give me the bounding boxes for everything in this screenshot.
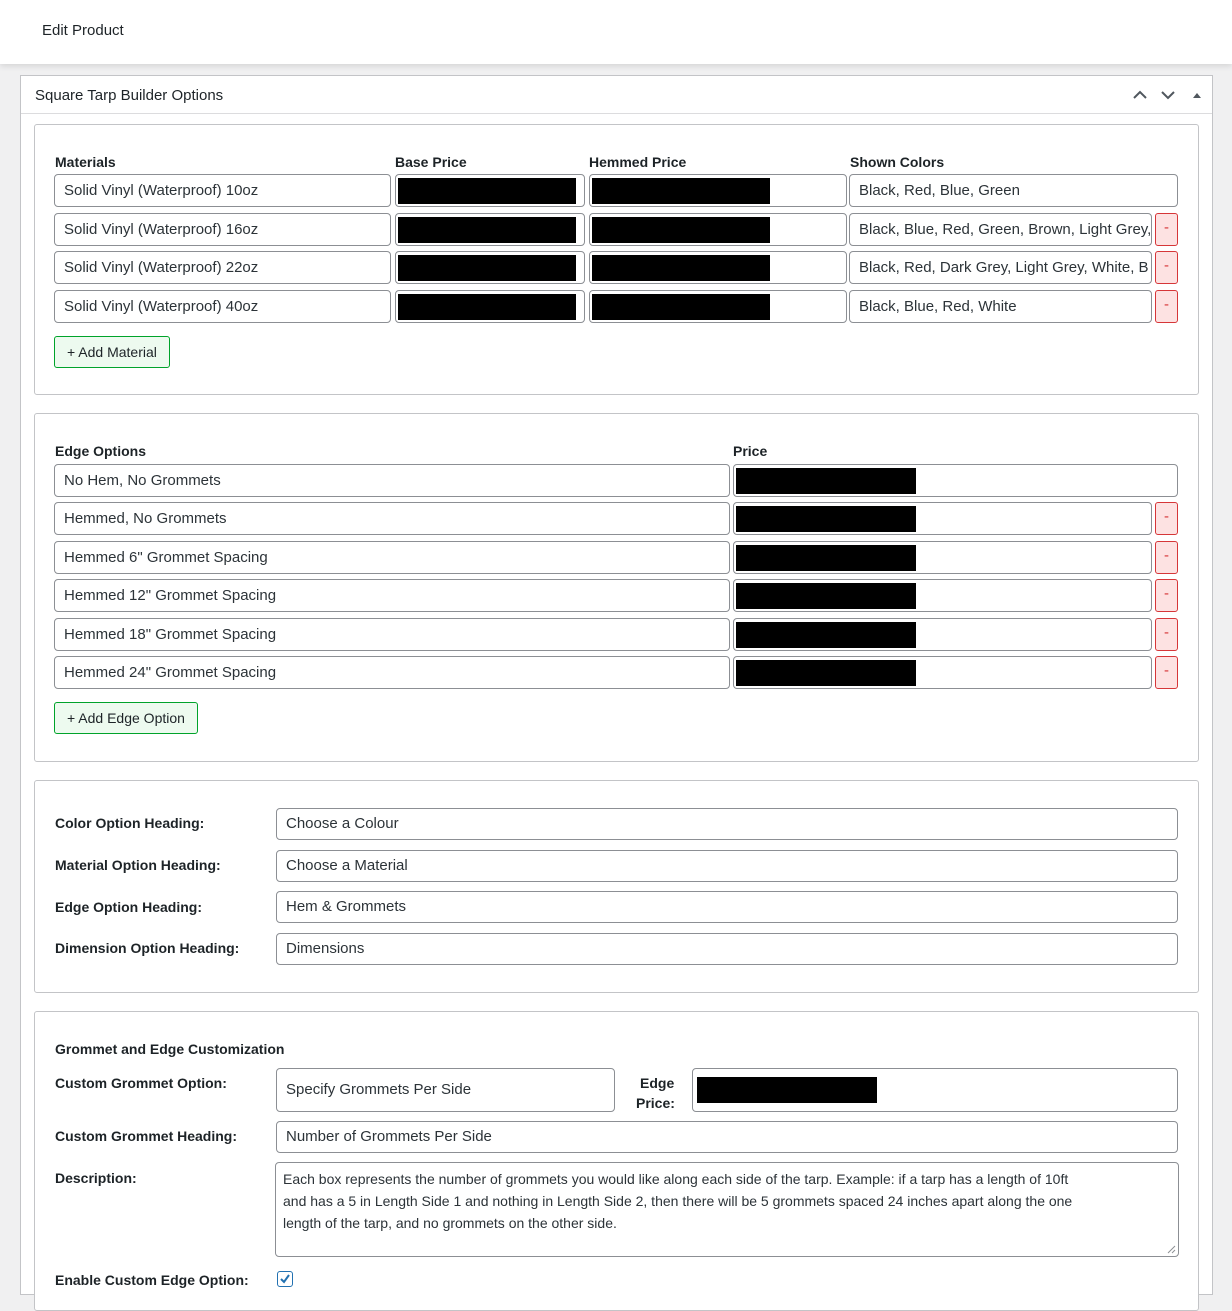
edge-price-input[interactable] (733, 656, 1152, 689)
add-edge-option-button[interactable]: + Add Edge Option (54, 702, 198, 734)
base-price-input[interactable] (395, 251, 585, 284)
redacted-value (398, 255, 576, 281)
redacted-value (736, 468, 916, 494)
redacted-value (592, 294, 770, 320)
redacted-value (736, 506, 916, 532)
description-line: length of the tarp, and no grommets on t… (283, 1215, 617, 1231)
edge-heading-input[interactable]: Hem & Grommets (276, 891, 1178, 923)
remove-edge-button[interactable]: - (1155, 502, 1178, 535)
triangle-up-icon[interactable] (1187, 85, 1207, 105)
custom-grommet-heading-label: Custom Grommet Heading: (55, 1128, 238, 1144)
material-name-input[interactable]: Solid Vinyl (Waterproof) 10oz (54, 174, 391, 207)
remove-material-button[interactable]: - (1155, 251, 1178, 284)
edge-price-input[interactable] (733, 464, 1178, 497)
edge-name-input[interactable]: Hemmed 24" Grommet Spacing (54, 656, 730, 689)
redacted-value (736, 545, 916, 571)
edge-price-header: Price (733, 443, 768, 459)
hemmed-price-input[interactable] (589, 251, 847, 284)
edge-heading-label: Edge Option Heading: (55, 899, 202, 915)
material-heading-input[interactable]: Choose a Material (276, 850, 1178, 882)
description-textarea[interactable]: Each box represents the number of gromme… (275, 1162, 1179, 1257)
postbox-title: Square Tarp Builder Options (35, 87, 224, 104)
material-name-input[interactable]: Solid Vinyl (Waterproof) 16oz (54, 213, 391, 246)
shown-colors-input[interactable]: Black, Red, Blue, Green (849, 174, 1178, 207)
edge-price-input[interactable] (733, 618, 1152, 651)
redacted-value (592, 178, 770, 204)
edge-price-label-line2: Price: (636, 1095, 675, 1111)
resize-grip-icon[interactable] (1166, 1244, 1176, 1254)
page-title: Edit Product (42, 22, 124, 39)
shown-colors-input[interactable]: Black, Blue, Red, Green, Brown, Light Gr… (849, 213, 1152, 246)
hemmed-price-input[interactable] (589, 174, 847, 207)
edge-price-input[interactable] (733, 541, 1152, 574)
top-bar: Edit Product (0, 0, 1232, 64)
description-line: Each box represents the number of gromme… (283, 1171, 1069, 1187)
hemmed-price-input[interactable] (589, 213, 847, 246)
hemmed-price-input[interactable] (589, 290, 847, 323)
edge-name-input[interactable]: Hemmed 18" Grommet Spacing (54, 618, 730, 651)
tarp-builder-postbox: Square Tarp Builder Options Materials Ba… (20, 75, 1213, 1311)
custom-grommet-option-label: Custom Grommet Option: (55, 1075, 227, 1091)
shown-colors-header: Shown Colors (850, 154, 945, 170)
remove-edge-button[interactable]: - (1155, 579, 1178, 612)
description-label: Description: (55, 1170, 137, 1186)
dimension-heading-label: Dimension Option Heading: (55, 940, 240, 956)
grommet-section: Grommet and Edge Customization Custom Gr… (34, 1011, 1199, 1311)
material-heading-label: Material Option Heading: (55, 857, 221, 873)
hemmed-price-header: Hemmed Price (589, 154, 687, 170)
redacted-value (398, 178, 576, 204)
add-material-button[interactable]: + Add Material (54, 336, 170, 368)
edge-name-input[interactable]: Hemmed 6" Grommet Spacing (54, 541, 730, 574)
enable-custom-edge-checkbox[interactable] (277, 1271, 293, 1287)
shown-colors-input[interactable]: Black, Blue, Red, White (849, 290, 1152, 323)
shown-colors-input[interactable]: Black, Red, Dark Grey, Light Grey, White… (849, 251, 1152, 284)
chevron-up-icon[interactable] (1130, 85, 1150, 105)
custom-grommet-heading-input[interactable]: Number of Grommets Per Side (276, 1121, 1178, 1153)
edge-options-header: Edge Options (55, 443, 146, 459)
edge-price-input[interactable] (733, 579, 1152, 612)
color-heading-label: Color Option Heading: (55, 815, 205, 831)
grommet-section-title: Grommet and Edge Customization (55, 1041, 285, 1057)
remove-material-button[interactable]: - (1155, 213, 1178, 246)
remove-edge-button[interactable]: - (1155, 656, 1178, 689)
base-price-header: Base Price (395, 154, 467, 170)
base-price-input[interactable] (395, 213, 585, 246)
remove-edge-button[interactable]: - (1155, 618, 1178, 651)
material-name-input[interactable]: Solid Vinyl (Waterproof) 40oz (54, 290, 391, 323)
redacted-value (697, 1077, 877, 1103)
edge-name-input[interactable]: No Hem, No Grommets (54, 464, 730, 497)
redacted-value (736, 660, 916, 686)
edge-price-input[interactable] (733, 502, 1152, 535)
custom-grommet-option-input[interactable]: Specify Grommets Per Side (276, 1068, 615, 1112)
chevron-down-icon[interactable] (1158, 85, 1178, 105)
enable-custom-edge-label: Enable Custom Edge Option: (55, 1272, 249, 1288)
redacted-value (736, 583, 916, 609)
edge-name-input[interactable]: Hemmed, No Grommets (54, 502, 730, 535)
checkmark-icon (280, 1274, 290, 1284)
base-price-input[interactable] (395, 290, 585, 323)
redacted-value (736, 622, 916, 648)
postbox-header: Square Tarp Builder Options (21, 76, 1212, 114)
base-price-input[interactable] (395, 174, 585, 207)
description-line: and has a 5 in Length Side 1 and nothing… (283, 1193, 1073, 1209)
materials-header: Materials (55, 154, 116, 170)
edge-name-input[interactable]: Hemmed 12" Grommet Spacing (54, 579, 730, 612)
redacted-value (398, 294, 576, 320)
headings-section: Color Option Heading: Choose a Colour Ma… (34, 780, 1199, 993)
color-heading-input[interactable]: Choose a Colour (276, 808, 1178, 840)
custom-edge-price-input[interactable] (692, 1068, 1178, 1112)
redacted-value (592, 255, 770, 281)
material-name-input[interactable]: Solid Vinyl (Waterproof) 22oz (54, 251, 391, 284)
remove-material-button[interactable]: - (1155, 290, 1178, 323)
redacted-value (398, 217, 576, 243)
edge-options-section: Edge Options Price No Hem, No Grommets H… (34, 413, 1199, 762)
edge-price-label-line1: Edge (640, 1075, 675, 1091)
materials-section: Materials Base Price Hemmed Price Shown … (34, 124, 1199, 395)
dimension-heading-input[interactable]: Dimensions (276, 933, 1178, 965)
redacted-value (592, 217, 770, 243)
remove-edge-button[interactable]: - (1155, 541, 1178, 574)
